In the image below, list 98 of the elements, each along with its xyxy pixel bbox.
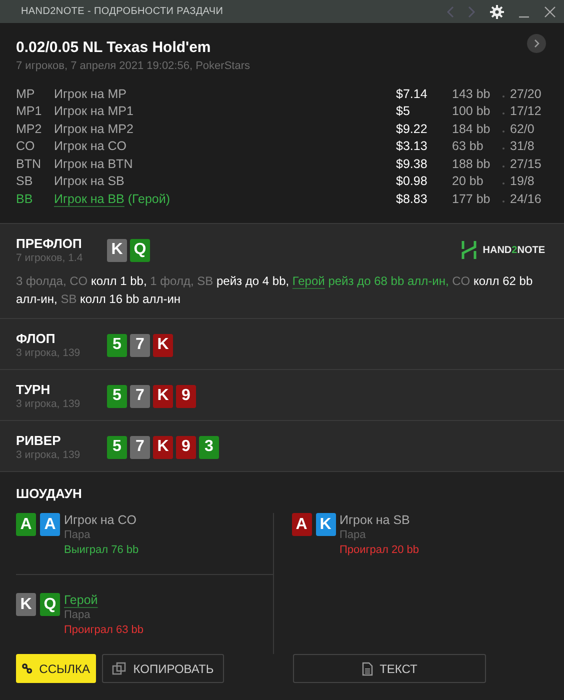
- player-position: MP2: [16, 122, 43, 136]
- stack-amount: $8.83: [396, 192, 428, 206]
- result-text: Проиграл 63 bb: [64, 624, 144, 636]
- stack-amount: $7.14: [396, 86, 428, 101]
- stack-amount: $9.38: [396, 156, 428, 171]
- separator-dot-icon: [502, 164, 504, 168]
- separator-dot-icon: [502, 147, 504, 150]
- stack-bb: 177 bb: [452, 192, 492, 206]
- playing-card: 3: [199, 436, 219, 458]
- player-stats: 17/12: [510, 104, 542, 118]
- copy-button[interactable]: КОПИРОВАТЬ: [102, 654, 224, 683]
- link-icon: [22, 663, 32, 674]
- player-name: Игрок на MP2: [54, 122, 134, 136]
- separator-dot-icon: [502, 94, 504, 98]
- copy-icon: [112, 662, 126, 675]
- street-title: ФЛОП: [16, 331, 56, 346]
- playing-card: A: [16, 513, 36, 536]
- player-stats: 27/15: [510, 156, 542, 171]
- playing-card: 9: [176, 436, 196, 458]
- hand-rank: Пара: [340, 529, 367, 541]
- stack-bb: 20 bb: [452, 174, 484, 188]
- playing-card: 9: [176, 384, 196, 408]
- street-title: РИВЕР: [16, 433, 62, 448]
- playing-card: 5: [107, 334, 127, 356]
- hand-title: 0.02/0.05 NL Texas Hold'em: [16, 39, 212, 56]
- street-info: 3 игрока, 139: [16, 398, 82, 410]
- settings-icon[interactable]: [490, 4, 504, 18]
- playing-card: Q: [40, 593, 60, 616]
- street-info: 3 игрока, 139: [16, 347, 82, 359]
- playing-card: 7: [130, 436, 150, 458]
- result-text: Проиграл 20 bb: [340, 544, 420, 556]
- player-position: MP: [16, 86, 36, 101]
- player-name: Игрок на MP: [54, 86, 126, 101]
- close-icon[interactable]: [544, 6, 556, 18]
- player-stats: 19/8: [510, 174, 536, 188]
- chevron-right-icon: [534, 39, 540, 48]
- player-name: Игрок на SB: [54, 174, 124, 188]
- playing-card: K: [107, 238, 127, 262]
- separator-dot-icon: [502, 112, 504, 116]
- player-position: BB: [16, 192, 34, 206]
- player-stats: 62/0: [510, 122, 536, 136]
- player-name: Игрок на BTN: [54, 156, 133, 171]
- result-text: Выиграл 76 bb: [64, 544, 139, 556]
- stack-bb: 188 bb: [452, 156, 492, 171]
- hero-label: (Герой): [128, 192, 170, 206]
- stack-amount: $3.13: [396, 139, 428, 154]
- street-title: ПРЕФЛОП: [16, 236, 83, 251]
- playing-card: K: [153, 384, 173, 408]
- player-name: Игрок на CO: [54, 139, 126, 154]
- stack-amount: $9.22: [396, 122, 428, 136]
- logo-icon: [460, 241, 477, 259]
- player-stats: 24/16: [510, 192, 542, 206]
- stack-bb: 143 bb: [452, 86, 492, 101]
- player-position: CO: [16, 139, 36, 154]
- separator-dot-icon: [502, 130, 504, 133]
- separator-dot-icon: [502, 200, 504, 203]
- stack-bb: 63 bb: [452, 139, 484, 154]
- next-button[interactable]: [527, 34, 546, 53]
- playing-card: Q: [130, 238, 150, 262]
- playing-card: K: [16, 593, 36, 616]
- document-icon: [362, 662, 373, 676]
- player-stats: 27/20: [510, 86, 542, 101]
- playing-card: K: [153, 436, 173, 458]
- link-button[interactable]: ССЫЛКА: [16, 654, 96, 683]
- playing-card: A: [292, 513, 312, 536]
- playing-card: K: [316, 513, 336, 536]
- playing-card: 7: [130, 334, 150, 356]
- hand-info: 7 игроков, 7 апреля 2021 19:02:56, PokerStars: [16, 60, 251, 72]
- player-stats: 31/8: [510, 139, 536, 154]
- player-position: MP1: [16, 104, 43, 118]
- playing-card: 5: [107, 436, 127, 458]
- stack-amount: $0.98: [396, 174, 428, 188]
- brand-name: HAND2NOTE: [482, 244, 545, 256]
- playing-card: A: [40, 513, 60, 536]
- text-button[interactable]: ТЕКСТ: [293, 654, 486, 683]
- window-title: HAND2NOTE - ПОДРОБНОСТИ РАЗДАЧИ: [21, 6, 224, 17]
- player-position: BTN: [16, 156, 42, 171]
- hand-rank: Пара: [64, 609, 92, 621]
- hero-link[interactable]: Герой: [292, 274, 325, 288]
- player-position: SB: [16, 174, 34, 188]
- street-info: 7 игроков, 1.4: [16, 252, 84, 264]
- playing-card: 5: [107, 384, 127, 408]
- player-link[interactable]: Герой: [64, 593, 144, 607]
- player-link[interactable]: Игрок на BB: [54, 192, 124, 206]
- stack-bb: 100 bb: [452, 104, 492, 118]
- action-log: 3 фолда, CO колл 1 bb, 1 фолд, SB рейз до 4 bb, Герой рейз до 68 bb алл-ин, CO колл 62 bb алл-ин, SB колл 16 bb алл-ин: [16, 273, 534, 308]
- hand-rank: Пара: [64, 529, 92, 541]
- stack-bb: 184 bb: [452, 122, 492, 136]
- street-title: ТУРН: [16, 382, 52, 397]
- separator-dot-icon: [502, 182, 504, 186]
- section-title: ШОУДАУН: [16, 486, 83, 501]
- stack-amount: $5: [396, 104, 411, 118]
- street-info: 3 игрока, 139: [16, 449, 82, 461]
- playing-card: K: [153, 334, 173, 356]
- playing-card: 7: [130, 384, 150, 408]
- player-name: Игрок на CO: [64, 513, 138, 527]
- player-name: Игрок на SB: [340, 513, 411, 527]
- player-name: Игрок на MP1: [54, 104, 134, 118]
